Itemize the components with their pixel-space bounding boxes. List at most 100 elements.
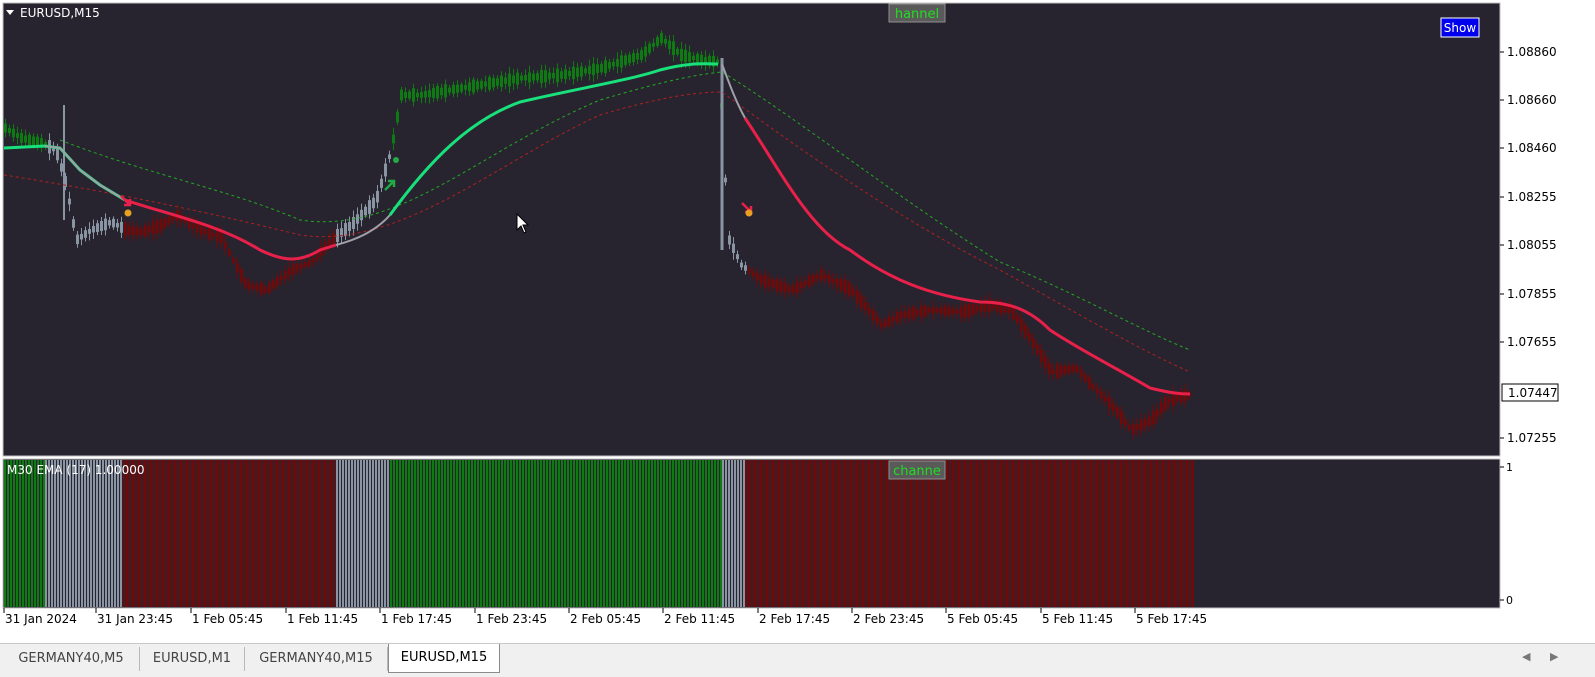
histogram-bar <box>675 460 677 607</box>
candle-body <box>748 268 751 274</box>
candle-body <box>688 52 691 62</box>
histogram-bar <box>138 460 140 607</box>
candle-body <box>800 281 803 289</box>
histogram-bar <box>1039 460 1041 607</box>
histogram-bar <box>345 460 347 607</box>
histogram-bar <box>264 460 266 607</box>
histogram-bar <box>728 460 730 607</box>
scroll-left-icon[interactable]: ◀ <box>1522 650 1530 663</box>
candle-body <box>896 311 899 323</box>
histogram-bar <box>618 460 620 607</box>
candle-body <box>24 135 27 143</box>
candle-body <box>1020 318 1023 332</box>
candle-body <box>616 59 619 67</box>
price-tick-label: 1.07655 <box>1507 335 1557 349</box>
tab-eurusd-m1[interactable]: EURUSD,M1 <box>140 647 245 671</box>
candle-body <box>764 274 767 288</box>
histogram-bar <box>291 460 293 607</box>
histogram-bar <box>814 460 816 607</box>
histogram-bar <box>240 460 242 607</box>
histogram-bar <box>711 460 713 607</box>
histogram-bar <box>913 460 915 607</box>
histogram-bar <box>31 460 33 607</box>
histogram-bar <box>1081 460 1083 607</box>
histogram-bar <box>519 460 521 607</box>
tab-eurusd-m15[interactable]: EURUSD,M15 <box>388 644 500 673</box>
candle-body <box>968 303 971 317</box>
candle-body <box>116 222 119 228</box>
histogram-bar <box>402 460 404 607</box>
candle-body <box>480 80 483 89</box>
scroll-right-icon[interactable]: ▶ <box>1550 650 1558 663</box>
histogram-bar <box>1045 460 1047 607</box>
tab-germany40-m15[interactable]: GERMANY40,M15 <box>245 647 388 671</box>
chart-window[interactable]: EURUSD,M15 hannel Show 1.08860 1.08660 1.0… <box>0 0 1595 643</box>
histogram-bar <box>234 460 236 607</box>
histogram-bar <box>471 460 473 607</box>
candle-body <box>140 228 143 236</box>
candle-body <box>456 84 459 93</box>
candle-body <box>584 68 587 74</box>
histogram-bar <box>799 460 801 607</box>
price-tick-label: 1.08055 <box>1507 238 1557 252</box>
candle-body <box>224 242 227 249</box>
histogram-bar <box>1069 460 1071 607</box>
histogram-bar <box>678 460 680 607</box>
histogram-bar <box>363 460 365 607</box>
candle-body <box>632 53 635 63</box>
candle-body <box>668 40 671 49</box>
histogram-bar <box>243 460 245 607</box>
histogram-bar <box>630 460 632 607</box>
candle-body <box>448 87 451 93</box>
candle-body <box>216 230 219 242</box>
histogram-bar <box>567 460 569 607</box>
candle-body <box>564 69 567 80</box>
main-chart-area[interactable] <box>2 2 1501 457</box>
candle-body <box>284 270 287 280</box>
candle-body <box>328 239 331 245</box>
candle-body <box>432 87 435 98</box>
candle-body <box>108 220 111 226</box>
show-button-label[interactable]: Show <box>1444 21 1477 35</box>
candle-body <box>692 55 695 61</box>
candle-body <box>424 91 427 98</box>
candle-body <box>20 133 23 143</box>
histogram-bar <box>687 460 689 607</box>
histogram-bar <box>252 460 254 607</box>
histogram-bar <box>147 460 149 607</box>
candle-body <box>660 32 663 44</box>
candle-body <box>656 37 659 46</box>
histogram-bar <box>871 460 873 607</box>
histogram-bar <box>270 460 272 607</box>
candle-body <box>312 257 315 262</box>
time-tick-label: 2 Feb 17:45 <box>759 612 830 626</box>
candle-body <box>416 92 419 98</box>
histogram-bar <box>1012 460 1014 607</box>
histogram-bar <box>1132 460 1134 607</box>
candle-body <box>144 224 147 237</box>
histogram-bar <box>309 460 311 607</box>
histogram-bar <box>1162 460 1164 607</box>
histogram-bar <box>546 460 548 607</box>
histogram-bar <box>582 460 584 607</box>
histogram-bar <box>781 460 783 607</box>
histogram-bar <box>1186 460 1188 607</box>
histogram-bar <box>426 460 428 607</box>
histogram-bar <box>516 460 518 607</box>
candle-body <box>348 222 351 231</box>
histogram-bar <box>204 460 206 607</box>
histogram-bar <box>970 460 972 607</box>
candle-body <box>1056 364 1059 378</box>
histogram-bar <box>333 460 335 607</box>
histogram-bar <box>360 460 362 607</box>
sub-channel-label: channe <box>893 464 941 479</box>
candle-body <box>120 221 123 233</box>
histogram-bar <box>751 460 753 607</box>
histogram-bar <box>246 460 248 607</box>
price-tick-label: 1.08255 <box>1507 190 1557 204</box>
histogram-bar <box>420 460 422 607</box>
histogram-bar <box>883 460 885 607</box>
tab-germany40-m5[interactable]: GERMANY40,M5 <box>3 647 140 671</box>
histogram-bar <box>531 460 533 607</box>
candle-body <box>208 226 211 240</box>
